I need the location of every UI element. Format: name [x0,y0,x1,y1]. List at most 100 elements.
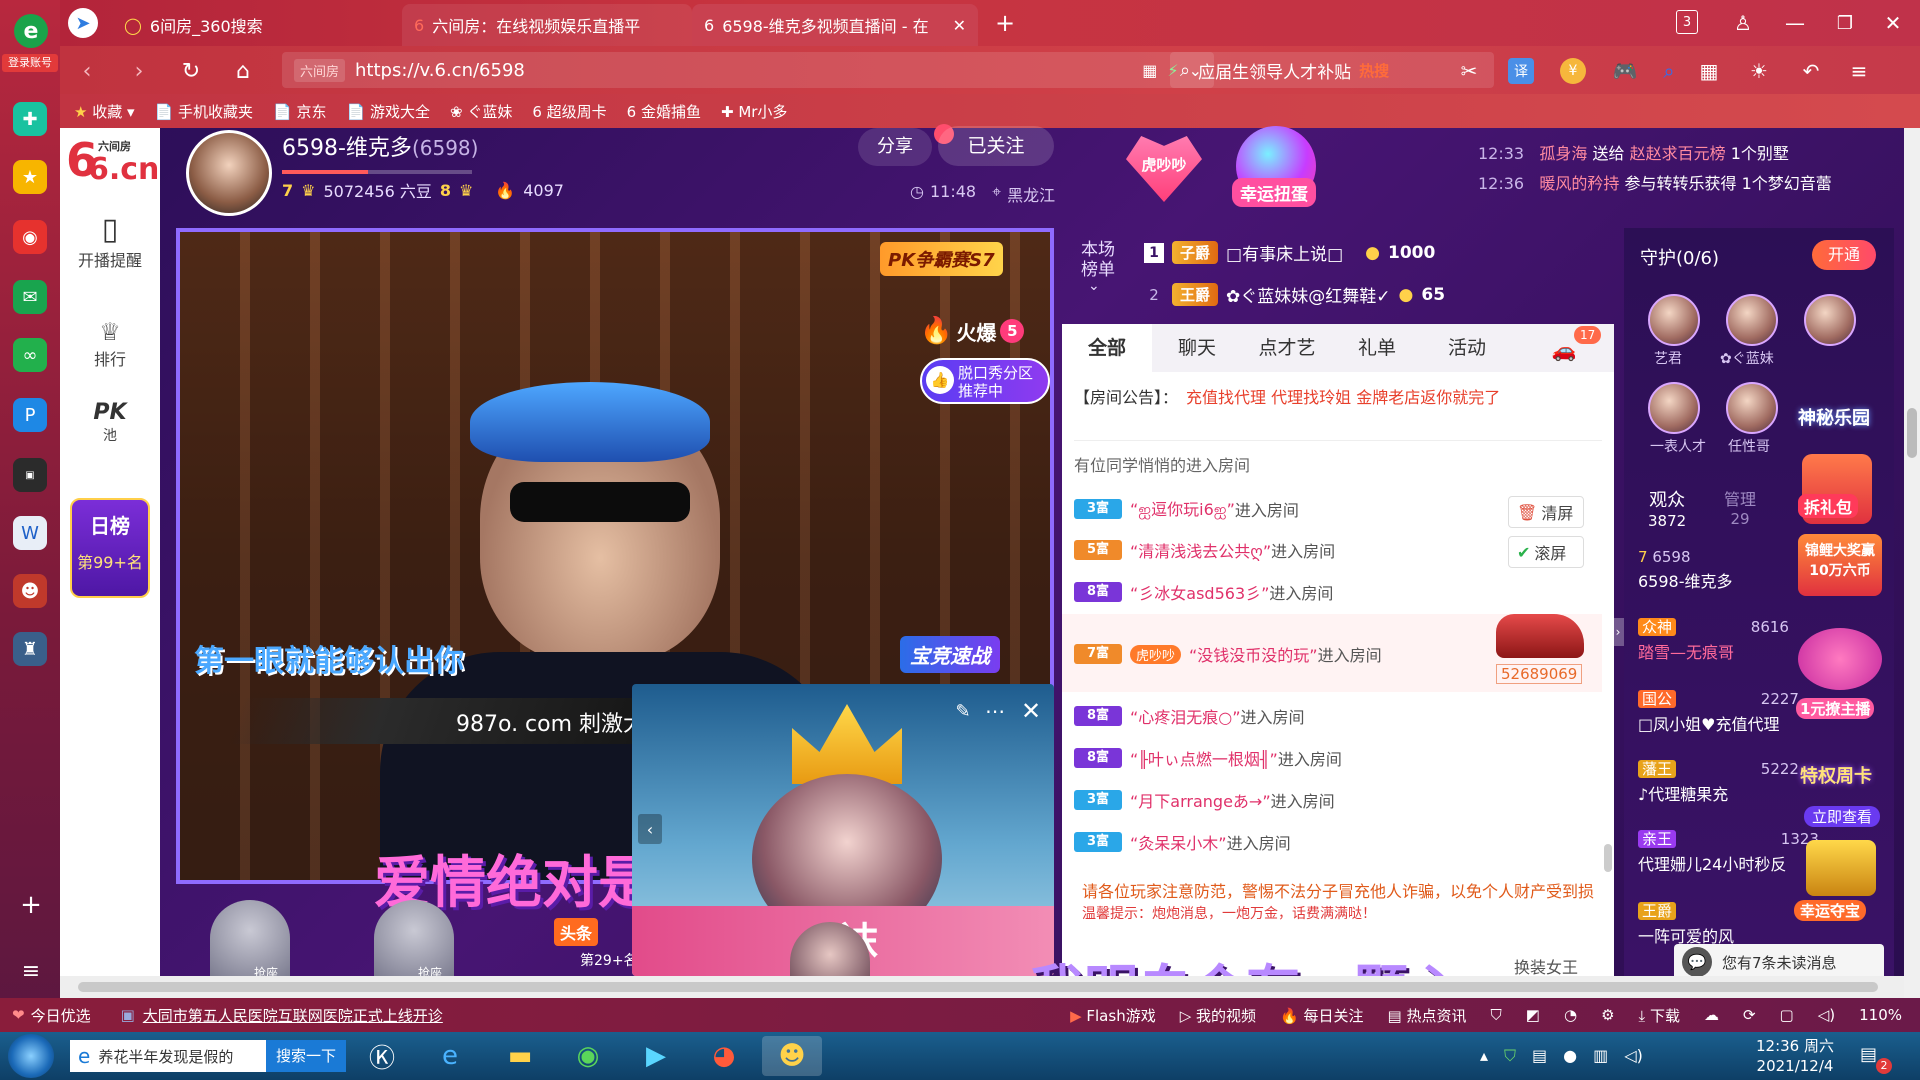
status-my-videos[interactable]: ▷ 我的视频 [1180,1005,1256,1026]
guard-avatar[interactable] [1804,294,1856,346]
status-daily-focus[interactable]: 🔥 每日关注 [1280,1005,1363,1026]
shirt-icon[interactable]: ♙ [1728,8,1758,38]
guard-avatar[interactable] [1726,294,1778,346]
taskbar-search-button[interactable]: 搜索一下 [265,1040,346,1072]
video-player-icon[interactable]: ▶ [626,1036,686,1076]
navigate-icon[interactable]: ➤ [68,8,98,38]
tray-qq-icon[interactable]: ● [1563,1046,1577,1066]
tab-audience[interactable]: 观众 3872 [1648,486,1686,530]
qr-icon[interactable]: ▦ [1142,61,1157,80]
viewer-row[interactable]: 王爵 一阵可爱的风 [1638,900,1734,947]
window-icon[interactable]: ▢ [1780,1006,1794,1024]
status-flash-games[interactable]: ▶ Flash游戏 [1070,1005,1156,1026]
today-picks[interactable]: 今日优选 [31,1005,91,1026]
promo-koi[interactable]: 锦鲤大奖赢10万六币 [1798,534,1882,596]
tray-shield-icon[interactable]: ⛉ [1504,1046,1516,1066]
horizontal-scrollbar[interactable] [60,976,1904,998]
headline-banner[interactable]: 头条 [554,918,599,946]
guard-avatar[interactable] [1648,294,1700,346]
action-center-icon[interactable]: ▤ [1860,1044,1877,1065]
bookmark-mobile[interactable]: 📄 手机收藏夹 [155,101,253,122]
login-button[interactable]: 登录账号 [2,54,58,72]
menu-list-icon[interactable]: ≡ [16,956,46,986]
magic-wand-icon[interactable]: ✎ [950,698,976,724]
share-button[interactable]: 分享 [858,128,932,166]
site-logo[interactable]: 6 六间房 6.cn [64,134,159,187]
main-menu-icon[interactable]: ≡ [1846,58,1872,84]
tab-360-search[interactable]: ◯ 6间房_360搜索 [112,4,402,46]
p-app-icon[interactable]: P [13,398,47,432]
viewer-row[interactable]: 藩王 5222 ♪代理糖果充 [1638,758,1799,805]
nav-rank[interactable]: ♕ 排行 [60,318,160,370]
forward-icon[interactable]: › [126,58,152,84]
game-app-icon[interactable]: ▣ [13,458,47,492]
chat-entry[interactable]: 3富 “月下arrangeあ→” 进入房间 [1074,788,1335,812]
kugou-icon[interactable]: Ⓚ [352,1036,412,1076]
leaderboard-title[interactable]: 本场榜单 [1078,240,1118,280]
mystery-park-button[interactable]: 神秘乐园 [1794,402,1874,432]
more-icon[interactable]: ⋯ [980,698,1010,724]
chat-tab-talent[interactable]: 点才艺 [1242,324,1332,372]
hot-badge[interactable]: 🔥 火爆 5 [920,316,1025,346]
leaderboard-row[interactable]: 2 王爵 ✿ぐ蓝妹妹@红舞鞋✓ ● 65 [1144,282,1445,307]
minimize-icon[interactable]: — [1780,8,1810,38]
chat-tab-all[interactable]: 全部 [1062,324,1152,372]
close-icon[interactable]: ✕ [1016,696,1046,726]
chat-entry[interactable]: 5富 “清清浅浅去公共ღ” 进入房间 [1074,538,1335,562]
anchor-avatar[interactable] [186,130,272,216]
translate-icon[interactable]: ✚ [13,102,47,136]
chart-icon[interactable]: ◩ [1526,1006,1540,1024]
url-text[interactable]: https://v.6.cn/6598 [355,60,525,81]
brightness-icon[interactable]: ☀ [1746,58,1772,84]
game-character-icon[interactable]: ☻ [13,574,47,608]
weibo-icon[interactable]: ◉ [13,220,47,254]
daily-rank-card[interactable]: 日榜 第99+名 [70,498,150,598]
undo-icon[interactable]: ↶ [1798,58,1824,84]
pk-season-badge[interactable]: PK争霸赛S7 [880,242,1003,276]
restore-icon[interactable]: ❐ [1830,8,1860,38]
taskbar-search-input[interactable]: 养花半年发现是假的 [98,1046,233,1067]
search-input[interactable]: 应届生领导人才补贴 [1198,58,1351,83]
clear-screen-button[interactable]: 🗑 清屏 [1508,496,1584,528]
promo-badge[interactable]: 👍 脱口秀分区 推荐中 [920,358,1050,404]
back-icon[interactable]: ‹ [74,58,100,84]
new-tab-button[interactable]: + [990,8,1020,38]
tab-6cn-home[interactable]: 6 六间房：在线视频娱乐直播平 [402,4,692,46]
tab-admin[interactable]: 管理 29 [1724,486,1756,528]
treasure-chest-icon[interactable] [1806,840,1876,896]
gamepad-icon[interactable]: 🎮 [1612,58,1638,84]
bookmark-mrxiaoduo[interactable]: ✚ Mr小多 [721,101,787,122]
mail-icon[interactable]: ✉ [13,280,47,314]
word-doc-icon[interactable]: W [13,516,47,550]
nav-live-reminder[interactable]: ▯ 开播提醒 [60,212,160,271]
game-running-icon[interactable]: ☻ [762,1036,822,1076]
guard-avatar[interactable] [1648,382,1700,434]
auto-scroll-button[interactable]: ✔ 滚屏 [1508,536,1584,568]
apps-grid-icon[interactable]: ▦ [1696,58,1722,84]
zoom-level[interactable]: 110% [1859,1006,1902,1024]
cloud-icon[interactable]: ☁ [1704,1006,1719,1024]
open-guard-button[interactable]: 开通 [1812,240,1876,270]
bookmark-weekly-card[interactable]: 6 超级周卡 [532,101,606,122]
news-link[interactable]: 大同市第五人民医院互联网医院正式上线开诊 [143,1005,443,1026]
viewer-row[interactable]: 众神 8616 踏雪—无痕哥 [1638,616,1789,663]
chat-entry[interactable]: 8富 “彡冰女asd563彡” 进入房间 [1074,580,1333,604]
find-icon[interactable]: ⌕ [1656,58,1682,84]
close-window-icon[interactable]: ✕ [1878,8,1908,38]
speedometer-icon[interactable]: ◔ [1564,1006,1577,1024]
shield-icon[interactable]: ⛉ [1491,1006,1502,1024]
race-badge[interactable]: 宝竞速战 [900,636,1000,673]
address-bar[interactable]: 六间房 https://v.6.cn/6598 ▦ ⚡ ⌄ [282,52,1214,88]
leaderboard-row[interactable]: 1 子爵 □有事床上说□ ● 1000 [1144,240,1435,265]
favorite-star-icon[interactable]: ★ [13,160,47,194]
lucky-capsule-label[interactable]: 幸运扭蛋 [1232,178,1316,207]
status-hot-news[interactable]: ▤ 热点资讯 [1388,1005,1467,1026]
bookmark-lanmei[interactable]: ❀ ぐ蓝妹 [450,101,512,122]
tray-network-icon[interactable]: ▥ [1593,1046,1608,1066]
viewer-row[interactable]: 7 6598 6598-维克多 [1638,548,1733,592]
chrome-icon[interactable]: ◕ [694,1036,754,1076]
folder-icon[interactable]: ▬ [490,1036,550,1076]
chevron-left-icon[interactable]: ‹ [638,814,662,844]
tray-volume-icon[interactable]: ◁) [1624,1046,1643,1066]
heart-gift-icon[interactable] [1798,628,1882,690]
